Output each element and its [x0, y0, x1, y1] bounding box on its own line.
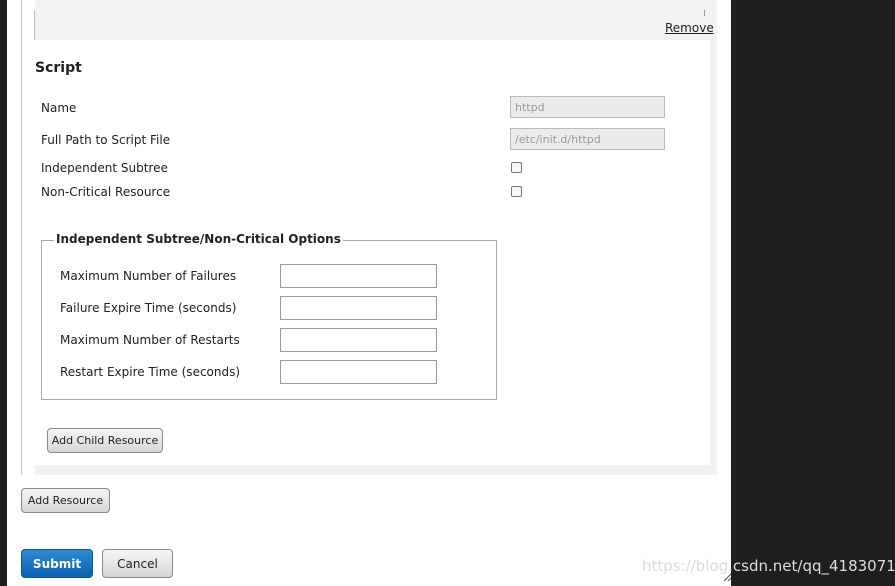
failure-expire-label: Failure Expire Time (seconds): [60, 301, 237, 315]
script-resource-right-edge: [710, 40, 717, 465]
max-restarts-input[interactable]: [280, 328, 437, 352]
previous-resource-footer: [35, 0, 717, 40]
form-panel: Remove Script Name Full Path to Script F…: [7, 0, 731, 586]
name-field[interactable]: [510, 96, 665, 118]
watermark: https://blog.csdn.net/qq_41830712: [642, 557, 895, 575]
options-legend: Independent Subtree/Non-Critical Options: [54, 232, 343, 246]
max-restarts-label: Maximum Number of Restarts: [60, 333, 240, 347]
left-dark-strip: [0, 0, 7, 586]
max-failures-input[interactable]: [280, 264, 437, 288]
script-path-label: Full Path to Script File: [41, 133, 171, 147]
restart-expire-input[interactable]: [280, 360, 437, 384]
cancel-button[interactable]: Cancel: [102, 549, 173, 578]
remove-link[interactable]: Remove: [665, 21, 714, 35]
previous-resource-border: [34, 10, 35, 40]
section-title: Script: [35, 60, 82, 76]
independent-subtree-checkbox[interactable]: [511, 162, 522, 173]
non-critical-label: Non-Critical Resource: [41, 185, 171, 199]
failure-expire-input[interactable]: [280, 296, 437, 320]
submit-button[interactable]: Submit: [21, 549, 93, 578]
independent-subtree-label: Independent Subtree: [41, 161, 168, 175]
non-critical-checkbox[interactable]: [511, 186, 522, 197]
outer-border-line: [21, 0, 22, 475]
add-child-resource-button[interactable]: Add Child Resource: [47, 428, 163, 453]
max-failures-label: Maximum Number of Failures: [60, 269, 237, 283]
restart-expire-label: Restart Expire Time (seconds): [60, 365, 241, 379]
name-label: Name: [41, 101, 77, 115]
script-path-field[interactable]: [510, 128, 665, 150]
add-resource-button[interactable]: Add Resource: [21, 488, 110, 513]
scroll-mark: [704, 10, 705, 16]
script-resource-bottom-edge: [35, 465, 717, 475]
